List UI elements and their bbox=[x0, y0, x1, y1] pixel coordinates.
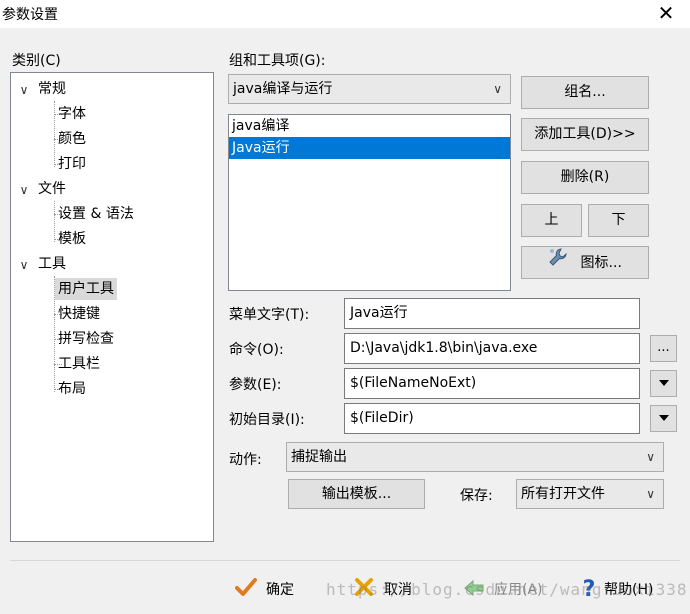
chevron-down-icon: ∨ bbox=[646, 450, 655, 464]
close-icon bbox=[352, 575, 376, 605]
chevron-down-icon[interactable]: ∨ bbox=[17, 83, 31, 97]
tree-group-general[interactable]: 常规 bbox=[35, 78, 69, 100]
group-tools-label: 组和工具项(G): bbox=[229, 53, 326, 69]
save-select[interactable]: 所有打开文件 ∨ bbox=[516, 479, 664, 509]
command-label: 命令(O): bbox=[229, 342, 284, 358]
cancel-label: 取消 bbox=[384, 582, 412, 598]
params-label: 参数(E): bbox=[229, 377, 282, 393]
tree-group-tools[interactable]: 工具 bbox=[35, 253, 69, 275]
chevron-down-icon[interactable]: ∨ bbox=[17, 258, 31, 272]
ok-button[interactable]: 确定 bbox=[234, 575, 294, 605]
ok-label: 确定 bbox=[266, 582, 294, 598]
delete-button[interactable]: 删除(R) bbox=[521, 161, 649, 194]
category-label: 类别(C) bbox=[12, 53, 61, 69]
list-item-selected[interactable]: Java运行 bbox=[229, 137, 510, 159]
tree-item-layout[interactable]: 布局 bbox=[55, 378, 89, 400]
chevron-down-icon: ∨ bbox=[646, 487, 655, 501]
help-button[interactable]: ? 帮助(H) bbox=[580, 575, 654, 605]
group-select[interactable]: java编译与运行 ∨ bbox=[228, 74, 511, 104]
apply-button[interactable]: 应用(A) bbox=[462, 575, 543, 605]
browse-button[interactable]: ... bbox=[650, 335, 677, 362]
chevron-down-icon: ∨ bbox=[493, 82, 502, 96]
add-tool-button[interactable]: 添加工具(D)>> bbox=[521, 118, 649, 151]
output-template-button[interactable]: 输出模板... bbox=[288, 479, 425, 509]
tree-item-font[interactable]: 字体 bbox=[55, 103, 89, 125]
category-tree[interactable]: ∨ 常规 字体 颜色 打印 ∨ 文件 设置 & 语法 模板 ∨ 工具 用户工具 … bbox=[10, 72, 214, 542]
save-label: 保存: bbox=[460, 488, 493, 504]
window-title: 参数设置 bbox=[2, 7, 58, 23]
triangle-down-icon bbox=[658, 380, 669, 386]
apply-label: 应用(A) bbox=[494, 582, 543, 598]
triangle-down-icon bbox=[658, 415, 669, 421]
action-select[interactable]: 捕捉输出 ∨ bbox=[286, 442, 664, 472]
tree-item-color[interactable]: 颜色 bbox=[55, 128, 89, 150]
close-icon[interactable]: ✕ bbox=[656, 2, 676, 24]
checkmark-icon bbox=[234, 575, 258, 605]
group-name-button[interactable]: 组名... bbox=[521, 76, 649, 109]
tree-item-spell-check[interactable]: 拼写检查 bbox=[55, 328, 117, 350]
wrench-icon bbox=[548, 247, 568, 279]
group-select-value: java编译与运行 bbox=[233, 81, 333, 97]
question-icon: ? bbox=[582, 577, 596, 602]
tree-item-settings-syntax[interactable]: 设置 & 语法 bbox=[55, 203, 137, 225]
list-item[interactable]: java编译 bbox=[229, 115, 510, 137]
title-bar: 参数设置 ✕ bbox=[0, 0, 690, 28]
params-field[interactable]: $(FileNameNoExt) bbox=[344, 368, 640, 399]
tree-item-toolbar[interactable]: 工具栏 bbox=[55, 353, 103, 375]
init-dir-menu-button[interactable] bbox=[650, 405, 677, 432]
arrow-left-icon bbox=[462, 575, 486, 605]
init-dir-label: 初始目录(I): bbox=[229, 412, 305, 428]
action-label: 动作: bbox=[229, 452, 262, 468]
params-menu-button[interactable] bbox=[650, 370, 677, 397]
tree-item-shortcuts[interactable]: 快捷键 bbox=[55, 303, 103, 325]
cancel-button[interactable]: 取消 bbox=[352, 575, 412, 605]
command-field[interactable]: D:\Java\jdk1.8\bin\java.exe bbox=[344, 333, 640, 364]
footer-separator bbox=[10, 560, 680, 561]
menu-text-label: 菜单文字(T): bbox=[229, 307, 310, 323]
move-down-button[interactable]: 下 bbox=[588, 204, 649, 237]
move-up-button[interactable]: 上 bbox=[521, 204, 582, 237]
tree-group-file[interactable]: 文件 bbox=[35, 178, 69, 200]
tree-item-user-tools[interactable]: 用户工具 bbox=[55, 278, 117, 300]
tree-item-template[interactable]: 模板 bbox=[55, 228, 89, 250]
help-label: 帮助(H) bbox=[604, 582, 654, 598]
tool-list[interactable]: java编译 Java运行 bbox=[228, 114, 511, 291]
tree-item-print[interactable]: 打印 bbox=[55, 153, 89, 175]
icon-button[interactable]: 图标... bbox=[521, 246, 649, 279]
menu-text-field[interactable]: Java运行 bbox=[344, 298, 640, 329]
save-select-value: 所有打开文件 bbox=[521, 486, 605, 502]
icon-button-label: 图标... bbox=[580, 255, 622, 271]
init-dir-field[interactable]: $(FileDir) bbox=[344, 403, 640, 434]
action-select-value: 捕捉输出 bbox=[291, 449, 347, 465]
chevron-down-icon[interactable]: ∨ bbox=[17, 183, 31, 197]
